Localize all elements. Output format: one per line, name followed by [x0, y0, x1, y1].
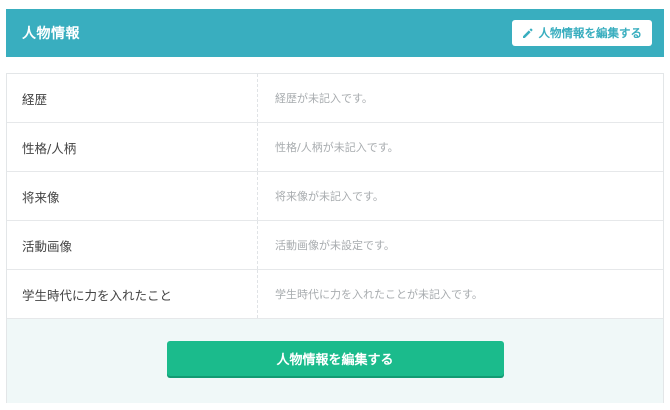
edit-profile-button[interactable]: 人物情報を編集する [166, 341, 504, 376]
row-value-future-vision: 将来像が未記入です。 [275, 190, 384, 203]
row-label-future-vision: 将来像 [7, 172, 258, 220]
table-row: 活動画像 活動画像が未設定です。 [7, 221, 663, 270]
row-value-career: 経歴が未記入です。 [275, 92, 373, 105]
row-value-student-focus: 学生時代に力を入れたことが未記入です。 [275, 288, 483, 301]
section-header: 人物情報 人物情報を編集する [6, 9, 664, 57]
row-label-student-focus: 学生時代に力を入れたこと [7, 270, 258, 318]
profile-info-table: 経歴 経歴が未記入です。 性格/人柄 性格/人柄が未記入です。 将来像 将来像が… [6, 73, 664, 403]
section-title: 人物情報 [22, 26, 80, 42]
row-label-personality: 性格/人柄 [7, 123, 258, 171]
row-label-activity-images: 活動画像 [7, 221, 258, 269]
table-row: 経歴 経歴が未記入です。 [7, 74, 663, 123]
row-value-activity-images: 活動画像が未設定です。 [275, 239, 395, 252]
edit-profile-button-top-label: 人物情報を編集する [538, 26, 643, 40]
row-value-personality: 性格/人柄が未記入です。 [275, 141, 399, 154]
row-label-career: 経歴 [7, 74, 258, 122]
table-row: 将来像 将来像が未記入です。 [7, 172, 663, 221]
pencil-icon [522, 27, 533, 39]
panel-footer: 人物情報を編集する [7, 319, 663, 403]
table-row: 学生時代に力を入れたこと 学生時代に力を入れたことが未記入です。 [7, 270, 663, 319]
table-row: 性格/人柄 性格/人柄が未記入です。 [7, 123, 663, 172]
edit-profile-button-top[interactable]: 人物情報を編集する [511, 20, 652, 46]
